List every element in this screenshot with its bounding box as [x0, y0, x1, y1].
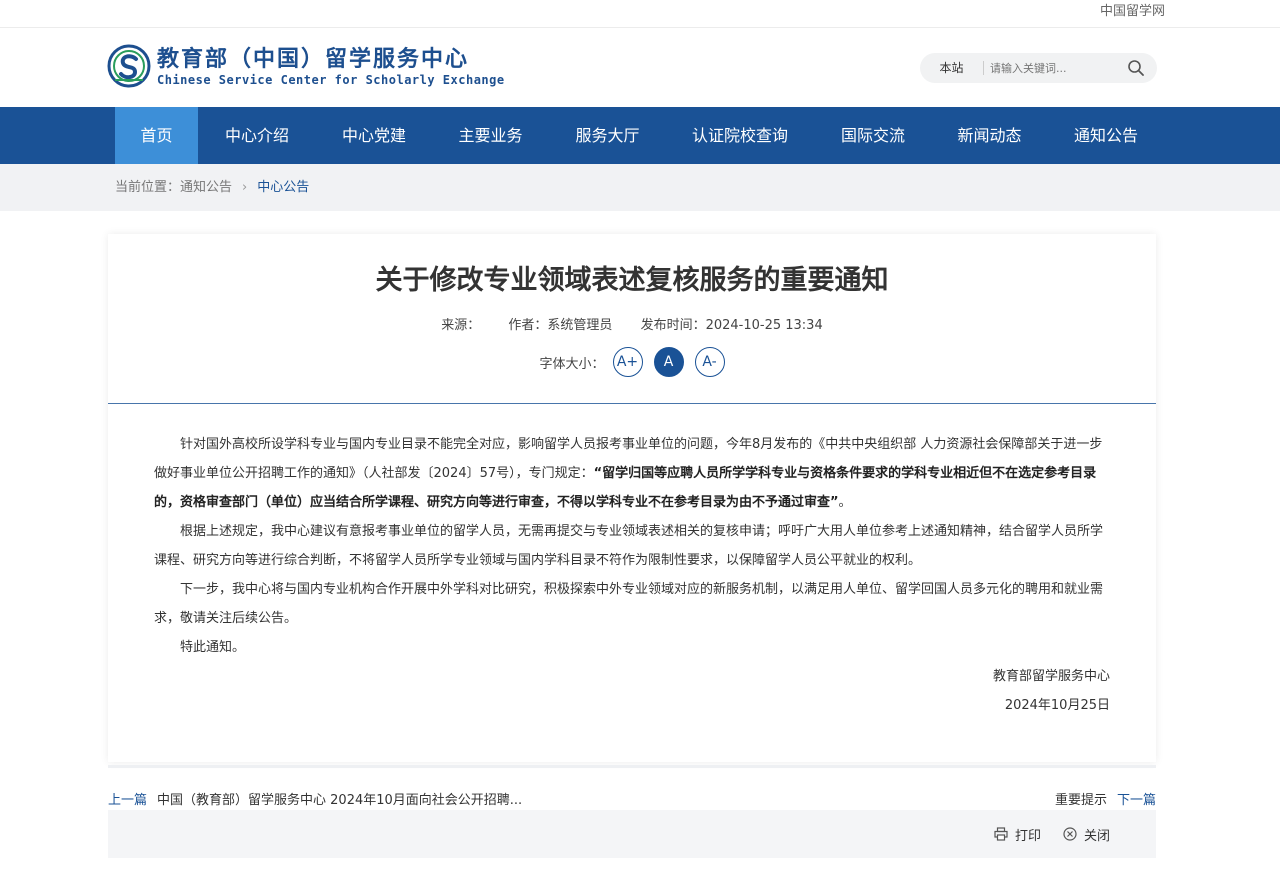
nav-item-3[interactable]: 主要业务	[432, 107, 549, 164]
card-separator	[108, 765, 1156, 768]
search-box: 本站	[920, 53, 1157, 83]
top-bar: 中国留学网	[0, 0, 1280, 28]
article-card: 关于修改专业领域表述复核服务的重要通知 来源： 作者：系统管理员 发布时间：20…	[108, 234, 1156, 762]
close-button[interactable]: 关闭	[1063, 825, 1110, 844]
article-title: 关于修改专业领域表述复核服务的重要通知	[375, 265, 889, 296]
logo-english-name: Chinese Service Center for Scholarly Exc…	[157, 72, 505, 87]
logo-emblem-icon	[107, 44, 151, 88]
logo-chinese-name: 教育部（中国）留学服务中心	[157, 45, 470, 72]
search-scope-select[interactable]: 本站	[920, 61, 984, 75]
nav-item-1[interactable]: 中心介绍	[198, 107, 316, 164]
close-label: 关闭	[1083, 828, 1110, 844]
site-logo[interactable]: 教育部（中国）留学服务中心 Chinese Service Center for…	[107, 44, 505, 88]
breadcrumb-parent[interactable]: 通知公告	[180, 180, 232, 195]
nav-item-5[interactable]: 认证院校查询	[666, 107, 814, 164]
article-author: 作者：系统管理员	[508, 318, 613, 333]
print-button[interactable]: 打印	[994, 825, 1041, 844]
article-tools: 打印 关闭	[108, 810, 1156, 858]
signature-date: 2024年10月25日	[1004, 698, 1110, 713]
font-increase-button[interactable]: A+	[612, 347, 643, 377]
prev-article-label[interactable]: 上一篇	[108, 793, 147, 808]
chevron-right-icon: ›	[242, 180, 248, 195]
paragraph-2: 根据上述规定，我中心建议有意报考事业单位的留学人员，无需再提交与专业领域表述相关…	[154, 524, 1104, 568]
article-pager: 上一篇 中国（教育部）留学服务中心 2024年10月面向社会公开招聘... 重要提…	[108, 791, 1156, 811]
font-size-label: 字体大小：	[539, 356, 605, 372]
search-icon[interactable]	[1127, 59, 1145, 77]
article-date: 发布时间：2024-10-25 13:34	[640, 318, 823, 333]
signature-org: 教育部留学服务中心	[992, 669, 1110, 684]
close-circle-icon	[1063, 827, 1077, 841]
print-label: 打印	[1014, 828, 1041, 844]
site-link[interactable]: 中国留学网	[1100, 4, 1165, 19]
next-article-link[interactable]: 重要提示	[1055, 793, 1107, 808]
breadcrumb-bar: 当前位置：通知公告 › 中心公告	[0, 164, 1280, 211]
paragraph-3: 下一步，我中心将与国内专业机构合作开展中外学科对比研究，积极探索中外专业领域对应…	[154, 582, 1104, 626]
title-divider	[108, 403, 1156, 404]
main-nav: 首页 中心介绍 中心党建 主要业务 服务大厅 认证院校查询 国际交流 新闻动态 通知公告	[0, 107, 1280, 164]
nav-item-6[interactable]: 国际交流	[814, 107, 932, 164]
breadcrumb-current[interactable]: 中心公告	[257, 180, 309, 195]
article-body: 针对国外高校所设学科专业与国内专业目录不能完全对应，影响留学人员报考事业单位的问…	[108, 404, 1156, 720]
breadcrumb: 当前位置：通知公告 › 中心公告	[115, 164, 1165, 211]
header: 教育部（中国）留学服务中心 Chinese Service Center for…	[0, 28, 1280, 107]
nav-item-0[interactable]: 首页	[115, 107, 198, 164]
nav-item-7[interactable]: 新闻动态	[932, 107, 1047, 164]
breadcrumb-prefix: 当前位置：	[115, 180, 181, 195]
nav-item-8[interactable]: 通知公告	[1047, 107, 1165, 164]
font-normal-button[interactable]: A	[653, 347, 684, 377]
search-input[interactable]	[990, 61, 1120, 75]
font-size-controls: 字体大小： A+ A A-	[108, 347, 1156, 377]
font-decrease-button[interactable]: A-	[694, 347, 725, 377]
article-source: 来源：	[441, 318, 481, 333]
article-meta: 来源： 作者：系统管理员 发布时间：2024-10-25 13:34	[108, 314, 1156, 333]
nav-item-4[interactable]: 服务大厅	[549, 107, 666, 164]
paragraph-4: 特此通知。	[180, 640, 246, 655]
next-article-label[interactable]: 下一篇	[1117, 793, 1156, 808]
nav-item-2[interactable]: 中心党建	[316, 107, 432, 164]
prev-article-link[interactable]: 中国（教育部）留学服务中心 2024年10月面向社会公开招聘...	[157, 793, 522, 808]
printer-icon	[994, 827, 1008, 841]
paragraph-1: 针对国外高校所设学科专业与国内专业目录不能完全对应，影响留学人员报考事业单位的问…	[154, 437, 1103, 510]
